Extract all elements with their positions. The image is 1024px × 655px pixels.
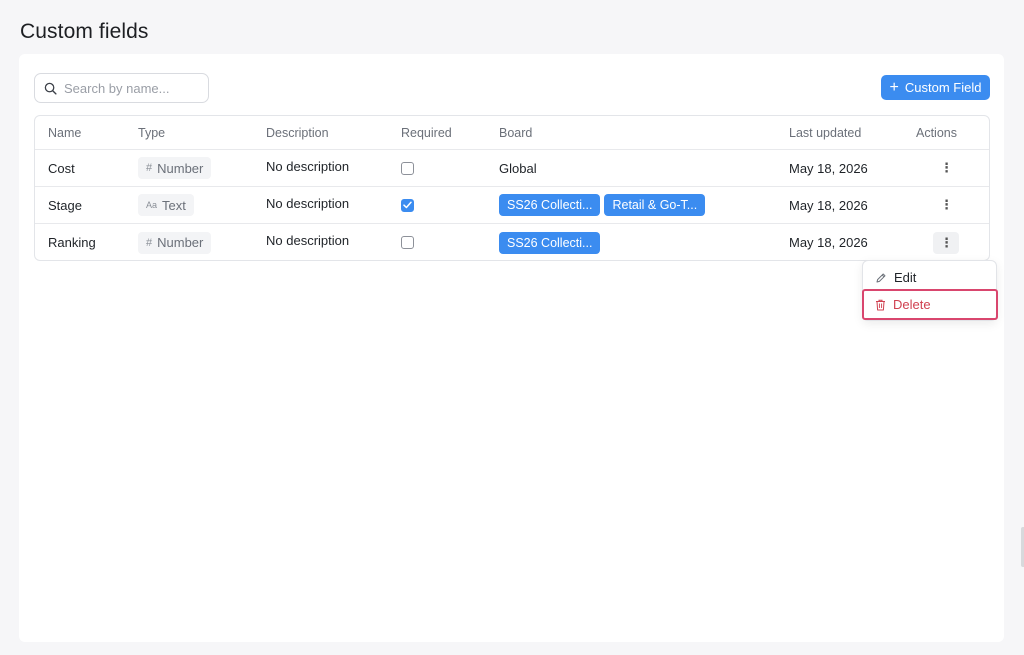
search-box[interactable] [34, 73, 209, 103]
checkmark-icon [403, 201, 412, 209]
column-header-description: Description [266, 125, 329, 140]
trash-icon [876, 299, 885, 310]
search-input[interactable] [64, 80, 194, 96]
number-type-icon: # [146, 162, 153, 174]
edit-menu-item[interactable]: Edit [863, 264, 996, 291]
custom-fields-table: Name Type Description Required Board Las… [34, 115, 990, 261]
type-badge: Aa Text [138, 194, 194, 216]
more-actions-button[interactable]: ⋮ [933, 194, 959, 216]
board-tag[interactable]: Retail & Go-T... [604, 194, 706, 216]
delete-menu-item[interactable]: Delete [863, 291, 996, 318]
type-badge: # Number [138, 157, 212, 179]
description-cell: No description [266, 224, 350, 260]
table-header-row: Name Type Description Required Board Las… [35, 116, 989, 150]
number-type-icon: # [146, 236, 153, 249]
required-checkbox[interactable] [401, 161, 414, 175]
kebab-icon: ⋮ [940, 197, 953, 212]
type-label: Number [157, 160, 204, 176]
type-badge: # Number [138, 231, 212, 254]
text-type-icon: Aa [146, 200, 158, 210]
required-cell [401, 224, 414, 260]
last-updated-date: May 18, 2026 [789, 235, 868, 250]
column-header-type: Type [138, 125, 166, 140]
more-actions-button[interactable]: ⋮ [933, 157, 959, 179]
board-tag[interactable]: SS26 Collecti... [499, 194, 601, 216]
pencil-icon [876, 273, 886, 282]
board-tag[interactable]: SS26 Collecti... [499, 231, 601, 254]
column-header-name: Name [48, 125, 82, 140]
required-cell [401, 150, 414, 186]
column-header-last-updated: Last updated [789, 125, 862, 140]
column-header-required: Required [401, 125, 452, 140]
type-cell: # Number [138, 150, 212, 186]
kebab-icon: ⋮ [940, 160, 953, 175]
column-header-board: Board [499, 125, 533, 140]
type-cell: Aa Text [138, 187, 194, 223]
actions-cell: ⋮ [916, 187, 959, 223]
field-description: No description [266, 233, 350, 248]
add-custom-field-label: Custom Field [904, 80, 982, 95]
actions-cell: ⋮ [916, 224, 959, 260]
row-actions-menu: Edit Delete [862, 260, 997, 321]
delete-label: Delete [893, 297, 931, 312]
field-name: Cost [48, 160, 75, 176]
actions-cell: ⋮ [916, 150, 959, 186]
required-cell [401, 187, 414, 223]
table-row[interactable]: Ranking # Number No description SS26 Col… [35, 224, 989, 260]
required-checkbox[interactable] [401, 198, 414, 212]
table-row[interactable]: Stage Aa Text No description SS26 Collec… [35, 187, 989, 224]
field-name: Ranking [48, 235, 96, 250]
field-description: No description [266, 158, 350, 174]
plus-icon: + [889, 78, 899, 96]
description-cell: No description [266, 150, 349, 186]
edit-label: Edit [894, 270, 917, 285]
type-label: Number [157, 235, 204, 250]
custom-fields-card: + Custom Field Name Type Description Req… [19, 54, 1004, 642]
table-row[interactable]: Cost # Number No description Global May … [35, 150, 989, 187]
column-header-actions: Actions [916, 125, 957, 140]
field-name: Stage [48, 197, 82, 213]
required-checkbox[interactable] [401, 236, 414, 249]
board-cell: SS26 Collecti... Retail & Go-T... [499, 187, 709, 223]
last-updated-date: May 18, 2026 [789, 160, 868, 176]
page-title: Custom fields [20, 20, 149, 43]
field-description: No description [266, 195, 350, 211]
description-cell: No description [266, 187, 349, 223]
last-updated-date: May 18, 2026 [789, 197, 868, 213]
board-cell: SS26 Collecti... [499, 224, 604, 260]
add-custom-field-button[interactable]: + Custom Field [881, 75, 990, 100]
type-label: Text [162, 197, 186, 213]
kebab-icon: ⋮ [940, 234, 953, 250]
search-icon [44, 82, 57, 95]
more-actions-button[interactable]: ⋮ [933, 231, 959, 254]
type-cell: # Number [138, 224, 212, 260]
board-text: Global [499, 160, 537, 176]
